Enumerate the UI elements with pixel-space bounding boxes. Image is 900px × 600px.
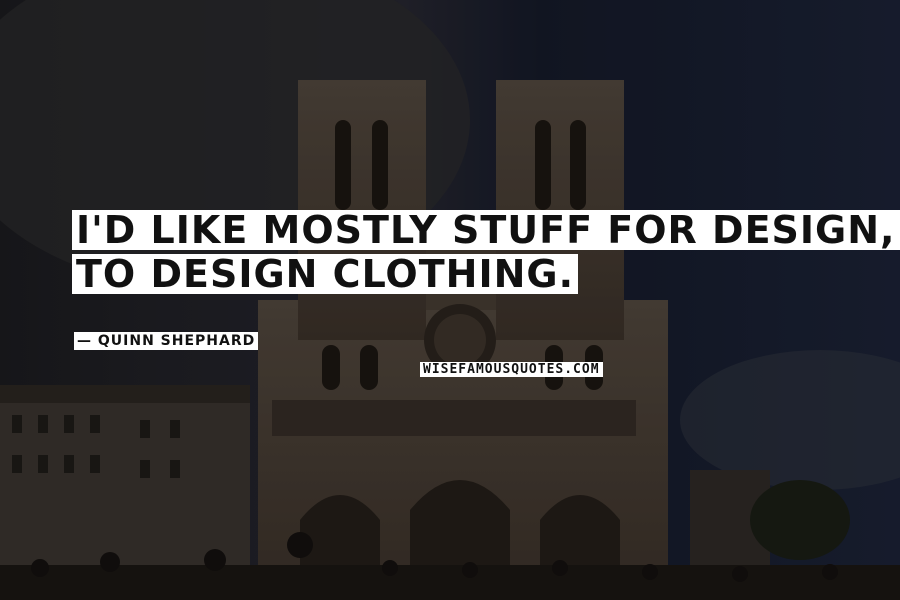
watermark: WISEFAMOUSQUOTES.COM — [420, 362, 603, 377]
author-label: QUINN SHEPHARD — [97, 333, 256, 349]
dash-icon: — — [77, 333, 98, 349]
quote-image: I'D LIKE MOSTLY STUFF FOR DESIGN, BECAUS… — [0, 0, 900, 600]
author-name: — QUINN SHEPHARD — [74, 332, 259, 350]
dark-overlay — [0, 0, 900, 600]
quote-line-1: I'D LIKE MOSTLY STUFF FOR DESIGN, BECAUS… — [72, 210, 900, 250]
quote-line-2: TO DESIGN CLOTHING. — [72, 254, 579, 294]
quote-text: I'D LIKE MOSTLY STUFF FOR DESIGN, BECAUS… — [72, 210, 900, 298]
